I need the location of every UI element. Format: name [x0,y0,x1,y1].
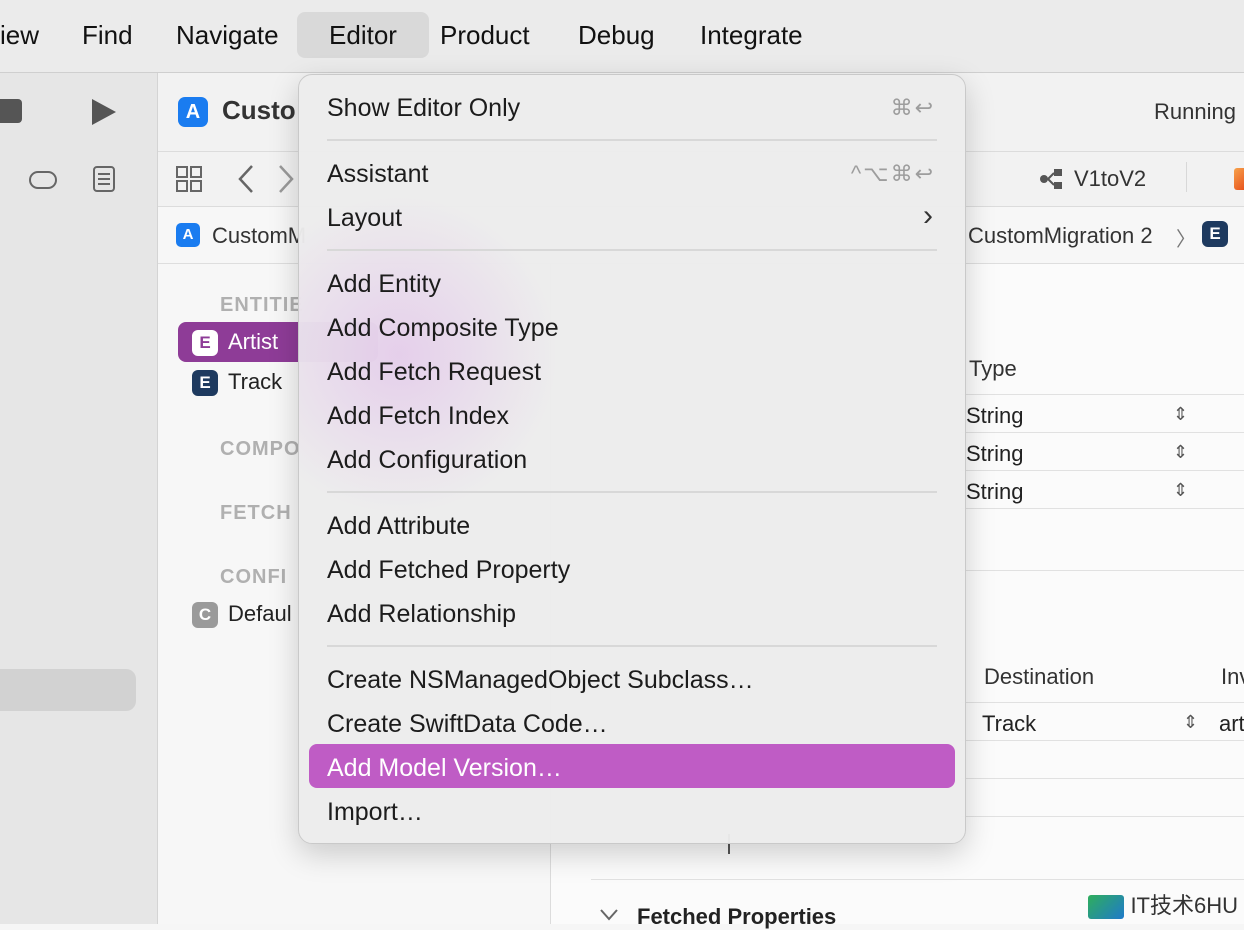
menu-item-add-entity[interactable]: Add Entity [327,264,441,304]
shortcut-show-editor-only: ⌘↩ [890,95,935,120]
status-text: Running [1154,99,1236,124]
menu-item-add-model-version[interactable]: Add Model Version… [327,748,562,788]
menu-item-create-nsmanagedobject-subclass[interactable]: Create NSManagedObject Subclass… [327,660,754,700]
submenu-arrow-icon: › [923,199,935,232]
menu-find[interactable]: Find [82,12,133,58]
entity-label: Artist [228,329,279,354]
breadcrumb-chevron-icon: 〉 [1176,229,1196,251]
divider [961,702,1244,703]
back-chevron-icon[interactable] [236,164,256,194]
breadcrumb-project[interactable]: CustomM [212,223,306,249]
entity-badge-icon: E [192,370,218,397]
attribute-type[interactable]: String [966,479,1023,505]
watermark: IT技术6HU [1088,888,1238,920]
relationship-destination[interactable]: Track [982,711,1036,737]
menu-navigate[interactable]: Navigate [176,12,279,58]
stepper-chevron-icon[interactable]: ⇕ [1173,404,1188,425]
menu-item-import[interactable]: Import… [327,792,423,832]
section-fetched-properties[interactable]: Fetched Properties [637,904,836,930]
list-icon[interactable] [92,165,116,193]
tag-icon[interactable] [28,169,60,191]
watermark-text: IT技术6HU [1130,893,1238,918]
stop-icon[interactable] [0,99,22,123]
menu-item-add-fetched-property[interactable]: Add Fetched Property [327,550,570,590]
editor-menu: Show Editor Only ⌘↩ Assistant ^⌥⌘↩ Layou… [298,74,966,844]
scheme-tab[interactable]: V1toV2 [1074,166,1146,192]
menu-item-layout[interactable]: Layout [327,198,402,238]
menu-separator [327,249,937,251]
breadcrumb-model[interactable]: CustomMigration 2 [968,223,1153,249]
section-fetch-requests: FETCH [220,502,292,524]
tab-divider [1186,162,1187,192]
project-title: Custo [222,95,296,125]
entity-row-track[interactable]: E Track [178,362,282,402]
divider [961,740,1244,741]
mapping-model-icon [1040,169,1062,189]
entity-label: Track [228,369,283,394]
divider [961,470,1244,471]
divider [591,879,1244,880]
swift-icon [1234,168,1244,190]
grid-icon[interactable] [175,165,203,193]
menu-separator [327,139,937,141]
disclosure-chevron-icon[interactable] [599,908,619,922]
menu-debug[interactable]: Debug [578,12,655,58]
config-badge-icon: C [192,602,218,629]
relationship-inverse[interactable]: art [1219,711,1244,737]
menu-item-show-editor-only[interactable]: Show Editor Only [327,88,520,128]
menu-item-add-composite-type[interactable]: Add Composite Type [327,308,559,348]
menu-editor[interactable]: Editor [297,12,429,58]
selected-navigator-row[interactable] [0,669,136,711]
watermark-logo-icon [1088,895,1125,920]
run-icon[interactable] [90,97,118,127]
divider [961,432,1244,433]
stepper-chevron-icon[interactable]: ⇕ [1173,480,1188,501]
navigator-strip [0,73,158,924]
menu-product[interactable]: Product [440,12,530,58]
stepper-chevron-icon[interactable]: ⇕ [1183,712,1198,733]
divider [961,570,1244,571]
menu-item-add-attribute[interactable]: Add Attribute [327,506,470,546]
entity-icon: E [1202,221,1228,247]
divider [961,394,1244,395]
menu-item-add-fetch-request[interactable]: Add Fetch Request [327,352,541,392]
attribute-type[interactable]: String [966,403,1023,429]
app-icon: A [178,97,208,127]
stepper-chevron-icon[interactable]: ⇕ [1173,442,1188,463]
menu-item-add-fetch-index[interactable]: Add Fetch Index [327,396,509,436]
section-entities: ENTITIE [220,294,304,316]
config-label: Defaul [228,601,292,626]
section-composite-types: COMPO [220,438,301,460]
divider [961,816,1244,817]
attribute-type[interactable]: String [966,441,1023,467]
menu-integrate[interactable]: Integrate [700,12,803,58]
divider [961,508,1244,509]
entity-badge-icon: E [192,330,218,357]
menu-bar: iew Find Navigate Editor Product Debug I… [0,0,1244,73]
column-header-destination[interactable]: Destination [984,664,1094,690]
menu-item-add-relationship[interactable]: Add Relationship [327,594,516,634]
menu-separator [327,491,937,493]
menu-item-assistant[interactable]: Assistant [327,154,428,194]
forward-chevron-icon[interactable] [276,164,296,194]
menu-item-create-swiftdata-code[interactable]: Create SwiftData Code… [327,704,608,744]
menu-separator [327,645,937,647]
config-row-default[interactable]: C Defaul [178,594,292,634]
column-header-inverse[interactable]: Inv [1221,664,1244,690]
menu-item-add-configuration[interactable]: Add Configuration [327,440,527,480]
project-icon: A [176,223,200,247]
divider [961,778,1244,779]
menu-view[interactable]: iew [0,12,39,58]
column-header-type[interactable]: Type [969,356,1017,382]
shortcut-assistant: ^⌥⌘↩ [850,161,935,186]
section-configurations: CONFI [220,566,288,588]
